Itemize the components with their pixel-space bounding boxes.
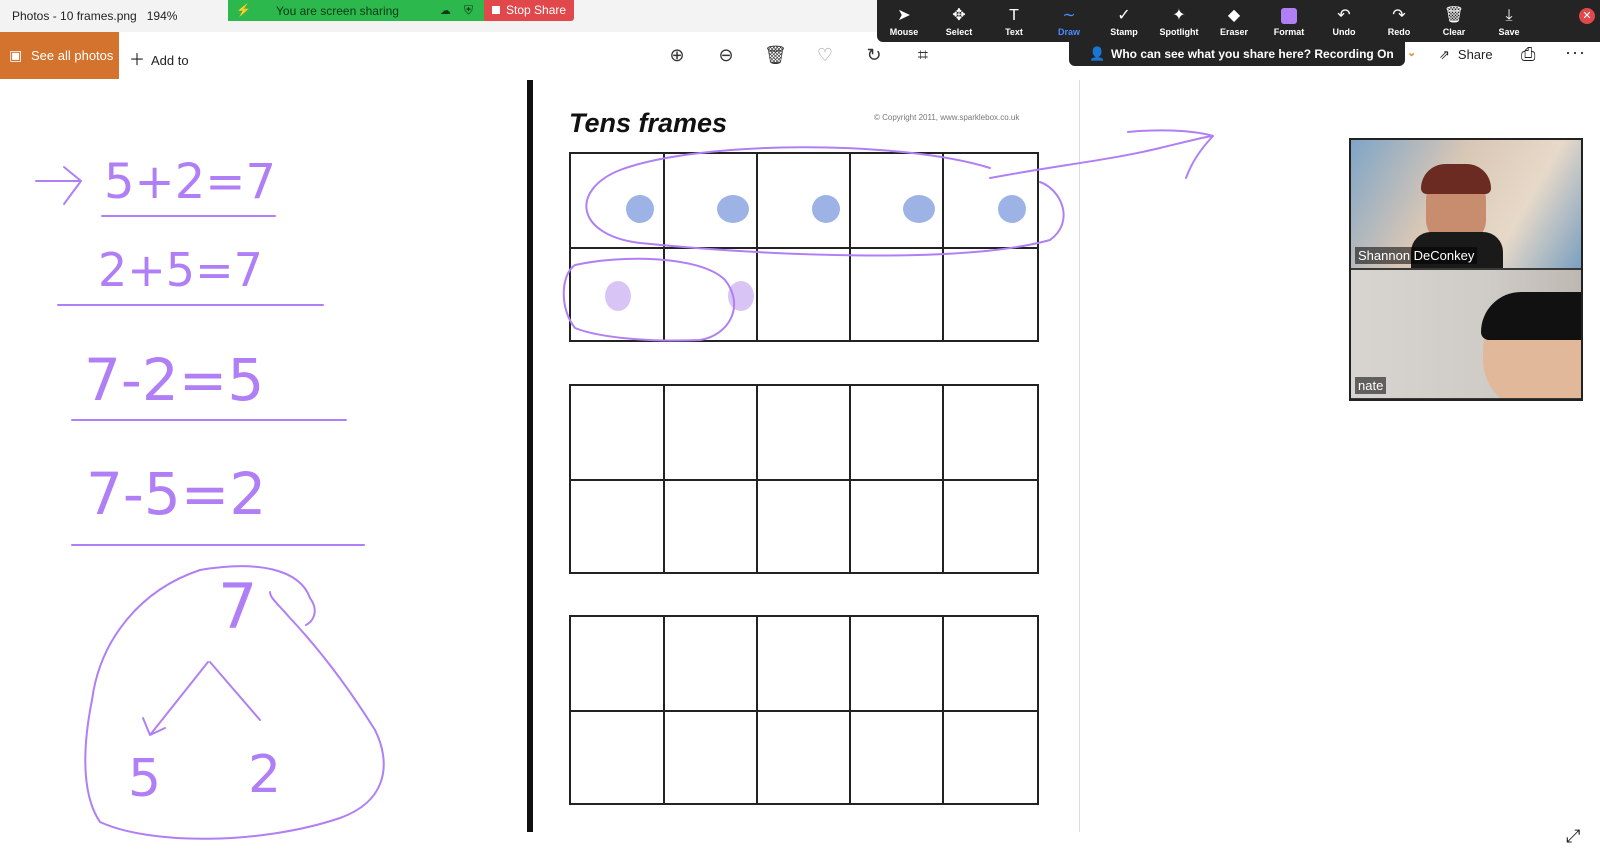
counter-purple xyxy=(605,281,631,311)
ink-annotations: 5+2=7 2+5=7 7-2=5 7-5=2 7 5 2 xyxy=(35,129,1214,840)
ink-eq-2: 2+5=7 xyxy=(98,243,263,297)
ink-bond-branches xyxy=(142,661,261,736)
ink-loop-two xyxy=(562,257,736,342)
counter-blue xyxy=(626,195,654,223)
host-hair xyxy=(1421,164,1491,194)
ink-bond-left: 5 xyxy=(128,749,161,809)
ink-eq-4: 7-5=2 xyxy=(86,460,266,528)
participant-name: nate xyxy=(1355,377,1387,394)
counter-purple xyxy=(728,281,754,311)
ink-arrow-left xyxy=(35,166,82,205)
ink-bond-top: 7 xyxy=(218,570,257,643)
video-panel: Shannon DeConkey nate xyxy=(1349,138,1583,401)
ink-arrow-right xyxy=(989,129,1214,179)
video-tile-host[interactable]: Shannon DeConkey xyxy=(1351,140,1581,268)
counter-blue xyxy=(812,195,840,223)
ink-eq-1: 5+2=7 xyxy=(104,154,276,210)
counter-blue xyxy=(998,195,1026,223)
ink-eq-3: 7-2=5 xyxy=(84,346,264,414)
expand-icon[interactable]: ⤢ xyxy=(1566,826,1580,847)
ink-bond-right: 2 xyxy=(248,745,281,805)
counter-blue xyxy=(903,195,935,223)
participant-hair xyxy=(1481,292,1581,340)
counter-blue xyxy=(717,195,749,223)
video-tile-participant[interactable]: nate xyxy=(1351,270,1581,398)
participant-name: Shannon DeConkey xyxy=(1355,247,1478,264)
